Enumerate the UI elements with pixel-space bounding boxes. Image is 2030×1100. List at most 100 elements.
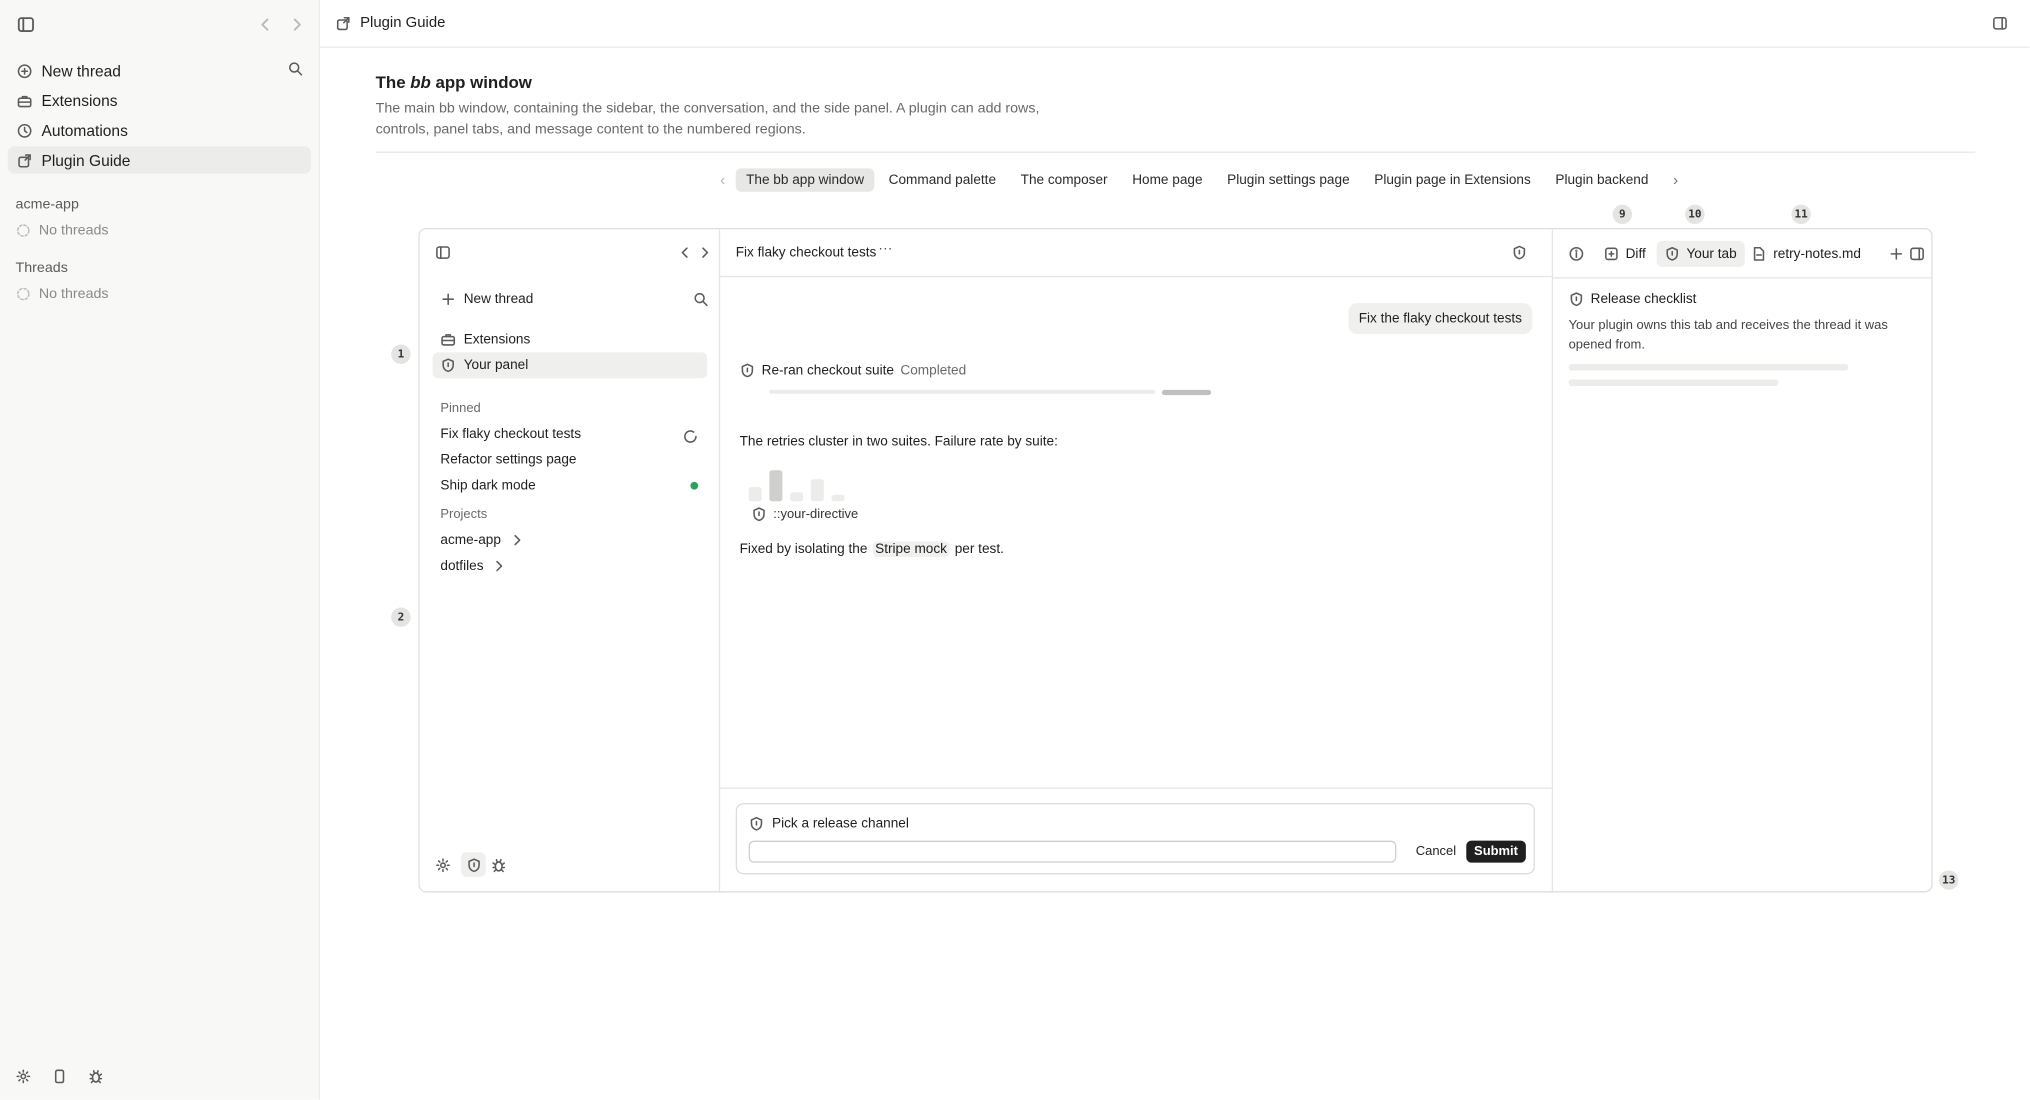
shield-icon	[1666, 246, 1679, 261]
mini-bar	[810, 479, 824, 502]
tabs-next-icon[interactable]: ›	[1663, 171, 1689, 189]
assistant-text: The retries cluster in two suites. Failu…	[739, 433, 1058, 450]
mini-bar	[831, 494, 845, 502]
mock-sidebar: New thread Extensions Your panel Pinned …	[419, 229, 721, 892]
chevron-right-icon	[496, 560, 503, 572]
dashed-circle-icon	[16, 224, 30, 237]
submit-button[interactable]: Submit	[1466, 840, 1526, 863]
section-title: Threads	[15, 260, 68, 276]
mini-bar-chart	[748, 468, 853, 502]
tab-app-window[interactable]: The bb app window	[735, 168, 875, 192]
mock-app-window: New thread Extensions Your panel Pinned …	[418, 227, 1933, 893]
tab-composer[interactable]: The composer	[1010, 168, 1118, 191]
project-row[interactable]: dotfiles	[440, 558, 506, 574]
bug-icon[interactable]	[491, 857, 507, 873]
tabs-prev-icon[interactable]: ‹	[710, 171, 736, 189]
more-icon[interactable]: ···	[878, 241, 892, 257]
loading-spinner-icon	[683, 429, 699, 445]
nav-extensions[interactable]: Extensions	[8, 87, 311, 114]
mini-bar	[769, 470, 783, 502]
nav-automations[interactable]: Automations	[8, 117, 311, 144]
thread-title: Fix flaky checkout tests	[735, 244, 877, 261]
shield-icon[interactable]	[1512, 245, 1528, 261]
panel-tab-your-tab[interactable]: Your tab	[1656, 240, 1745, 267]
forward-icon[interactable]	[697, 245, 713, 261]
composer-title-row: Pick a release channel	[749, 816, 909, 832]
panel-layout-icon[interactable]	[1909, 246, 1925, 262]
search-icon[interactable]	[288, 61, 304, 77]
settings-icon[interactable]	[16, 1069, 32, 1085]
title-prefix: The	[375, 72, 411, 92]
bug-icon[interactable]	[88, 1069, 104, 1085]
skeleton-line	[1568, 379, 1779, 386]
sidebar-toggle-icon[interactable]	[435, 245, 451, 261]
panel-tab-retry-notes[interactable]: retry-notes.md	[1743, 241, 1868, 267]
app-sidebar: New thread Extensions Automations Plugin…	[0, 0, 320, 1100]
text-part: Fixed by isolating the	[739, 541, 868, 557]
user-message: Fix the flaky checkout tests	[1348, 303, 1533, 335]
dashed-circle-icon	[16, 287, 30, 301]
diff-icon	[1605, 247, 1618, 261]
pinned-thread[interactable]: Fix flaky checkout tests	[440, 426, 581, 442]
tab-home-page[interactable]: Home page	[1122, 168, 1213, 191]
shield-icon[interactable]	[461, 852, 486, 877]
region-badge: 11	[1791, 204, 1811, 225]
nav-label: Extensions	[41, 91, 118, 110]
region-badge: 10	[1685, 204, 1705, 225]
mock-conversation: Fix flaky checkout tests ··· Fix the fla…	[720, 229, 1552, 891]
mobile-icon[interactable]	[52, 1069, 68, 1085]
mock-new-thread[interactable]: New thread	[433, 286, 708, 312]
tab-command-palette[interactable]: Command palette	[878, 168, 1006, 191]
project-label: dotfiles	[440, 558, 484, 574]
mock-extensions[interactable]: Extensions	[433, 326, 708, 352]
item-label: Your panel	[463, 357, 529, 374]
nav-label: New thread	[41, 61, 121, 80]
plug-icon	[18, 153, 31, 167]
shield-icon	[1570, 292, 1583, 307]
settings-icon[interactable]	[435, 857, 451, 873]
tab-plugin-backend[interactable]: Plugin backend	[1545, 168, 1659, 191]
section-title: acme-app	[15, 196, 79, 213]
panel-toggle-icon[interactable]	[1992, 16, 2008, 32]
projects-title: Projects	[440, 507, 488, 523]
directive-label: ::your-directive	[773, 507, 859, 522]
inline-chip[interactable]: Stripe mock	[872, 541, 950, 557]
project-row[interactable]: acme-app	[440, 532, 524, 548]
panel-tab-diff[interactable]: Diff	[1596, 241, 1654, 267]
composer-card: Pick a release channel Cancel Submit	[735, 803, 1535, 875]
shield-icon	[741, 363, 754, 378]
back-icon[interactable]	[677, 245, 693, 261]
tab-plugin-extensions[interactable]: Plugin page in Extensions	[1364, 168, 1541, 191]
info-icon[interactable]	[1569, 246, 1585, 262]
mock-your-panel[interactable]: Your panel	[432, 352, 708, 379]
item-label: New thread	[463, 291, 534, 307]
pinned-title: Pinned	[440, 401, 481, 416]
region-badge: 1	[391, 344, 411, 364]
mini-bar	[748, 487, 762, 502]
search-icon[interactable]	[693, 291, 709, 307]
sidebar-toggle-icon[interactable]	[17, 16, 35, 34]
pinned-thread[interactable]: Ship dark mode	[440, 478, 535, 494]
tool-call-row[interactable]: Re-ran checkout suite Completed	[740, 363, 966, 378]
guide-tabs: ‹ The bb app window Command palette The …	[710, 168, 1689, 192]
nav-new-thread[interactable]: New thread	[8, 57, 311, 84]
empty-threads: No threads	[16, 223, 109, 238]
back-icon[interactable]	[256, 16, 274, 34]
cancel-button[interactable]: Cancel	[1408, 841, 1464, 863]
composer-divider	[720, 787, 1552, 789]
shield-icon	[750, 816, 763, 831]
add-tab-icon[interactable]	[1889, 246, 1905, 262]
forward-icon[interactable]	[288, 16, 306, 34]
panel-title: Release checklist	[1590, 291, 1697, 307]
tab-plugin-settings[interactable]: Plugin settings page	[1217, 168, 1360, 191]
file-icon	[1753, 246, 1765, 261]
text-part: per test.	[954, 541, 1004, 557]
nav-plugin-guide[interactable]: Plugin Guide	[7, 146, 311, 174]
progress-fill	[1161, 389, 1212, 396]
header-title: Plugin Guide	[360, 15, 446, 32]
pinned-thread[interactable]: Refactor settings page	[440, 452, 576, 468]
title-em: bb	[410, 72, 431, 92]
tab-label: Diff	[1625, 246, 1646, 262]
mini-bar	[790, 492, 804, 502]
release-channel-input[interactable]	[748, 840, 1397, 863]
